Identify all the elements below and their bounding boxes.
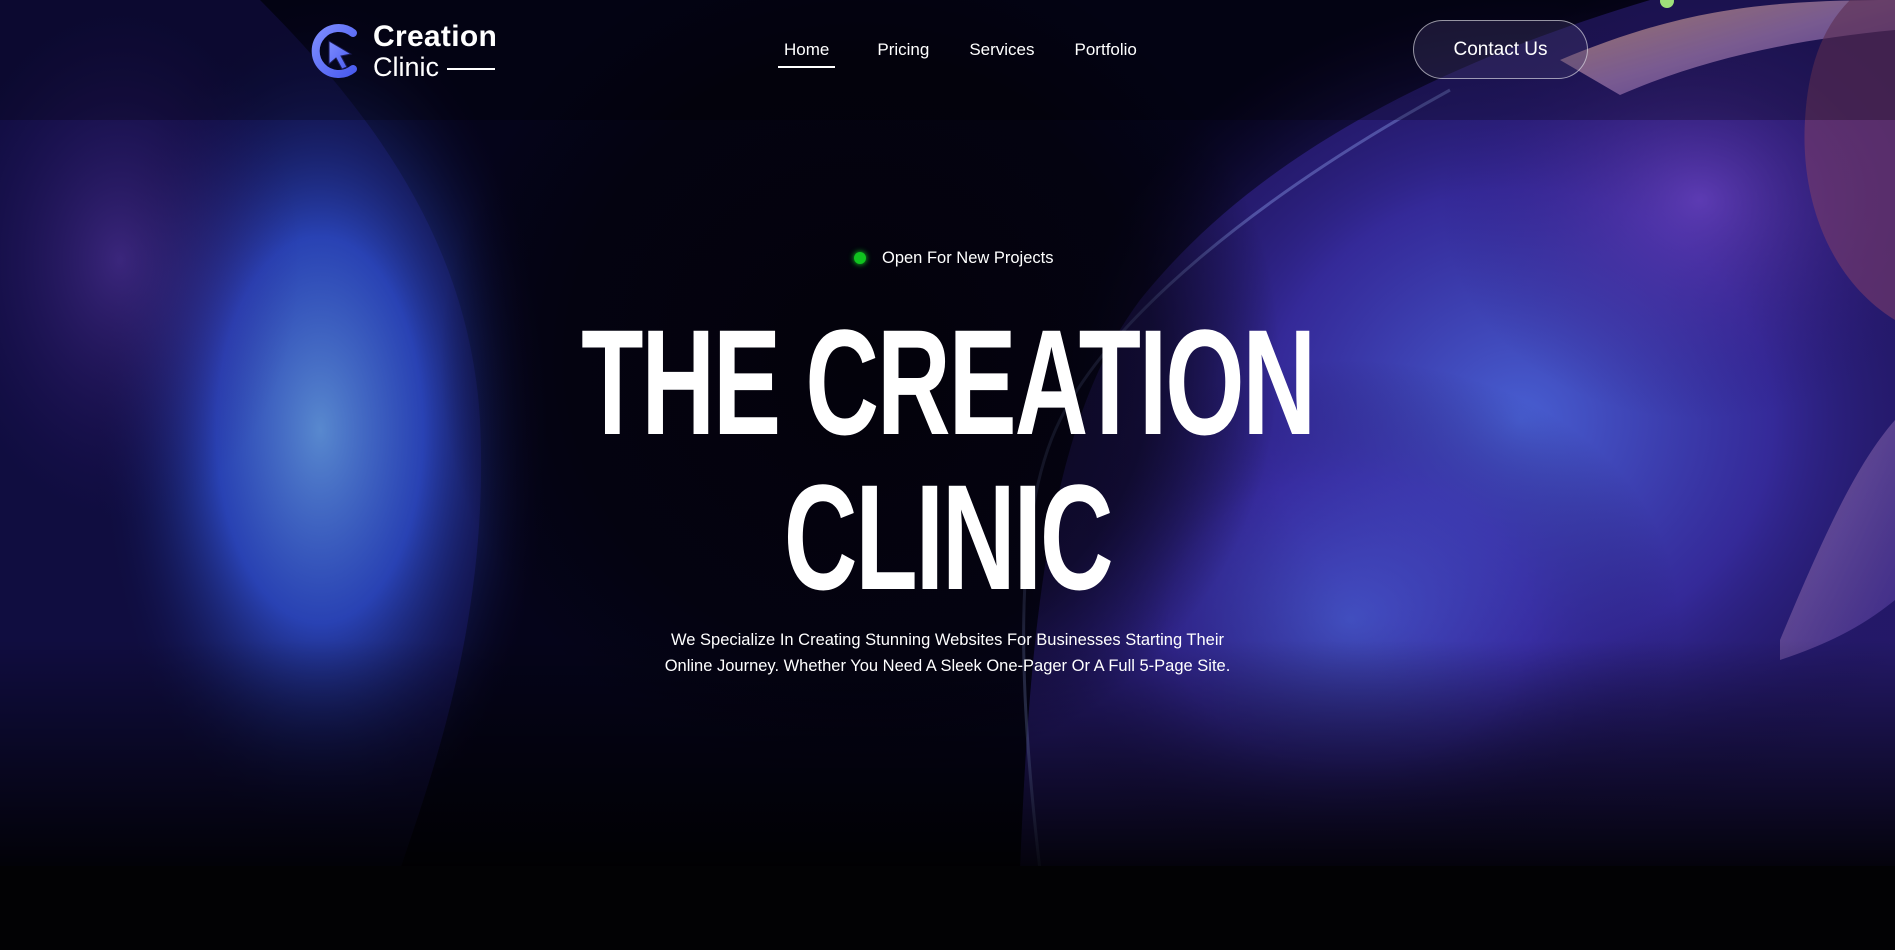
status-dot-icon — [854, 252, 866, 264]
hero-description-line2: Online Journey. Whether You Need A Sleek… — [664, 657, 1231, 675]
hero-description: We Specialize In Creating Stunning Websi… — [560, 627, 1335, 679]
brand-logo[interactable]: Creation Clinic — [309, 18, 509, 84]
brand-rule — [447, 68, 496, 70]
hero-section: Creation Clinic Home Pricing Services Po… — [0, 0, 1895, 950]
bottom-band — [0, 866, 1895, 950]
availability-status: Open For New Projects — [854, 246, 1053, 270]
contact-us-button[interactable]: Contact Us — [1413, 20, 1588, 79]
status-text: Open For New Projects — [882, 248, 1054, 267]
nav-item-pricing[interactable]: Pricing — [877, 36, 929, 70]
headline-line1: THE CREATION — [581, 298, 1316, 466]
brand-name-line2: Clinic — [373, 51, 440, 82]
nav-item-home[interactable]: Home — [776, 36, 837, 70]
hero-headline: THE CREATION CLINIC — [0, 305, 1895, 615]
main-nav: Home Pricing Services Portfolio — [776, 36, 1157, 70]
nav-item-services[interactable]: Services — [969, 36, 1034, 70]
headline-line2: CLINIC — [783, 453, 1114, 621]
nav-item-portfolio[interactable]: Portfolio — [1075, 36, 1137, 70]
cursor-c-logo-icon — [311, 24, 357, 78]
hero-description-line1: We Specialize In Creating Stunning Websi… — [670, 631, 1225, 649]
brand-name-line1: Creation — [373, 19, 498, 53]
